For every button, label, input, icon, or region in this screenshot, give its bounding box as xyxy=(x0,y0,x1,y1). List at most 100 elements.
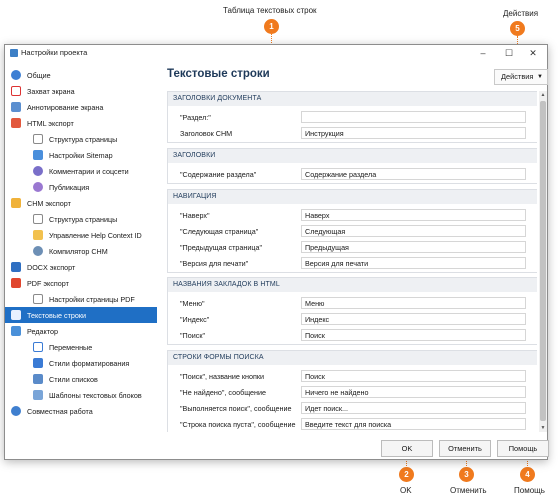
sidebar-item-label: HTML экспорт xyxy=(27,119,74,128)
text-input[interactable]: Идет поиск... xyxy=(301,402,526,414)
sidebar-item-label: Настройки страницы PDF xyxy=(49,295,135,304)
sitemap-icon xyxy=(33,150,43,160)
section-document-headers: ЗАГОЛОВКИ ДОКУМЕНТА "Раздел:" Заголовок … xyxy=(167,91,537,143)
sidebar-item-label: Стили форматирования xyxy=(49,359,130,368)
list-style-icon xyxy=(33,374,43,384)
callout-badge-4: 4 xyxy=(520,467,535,482)
actions-button[interactable]: Действия ▼ xyxy=(494,69,548,85)
section-headings: ЗАГОЛОВКИ "Содержание раздела" Содержани… xyxy=(167,148,537,184)
sidebar-item-docx-export[interactable]: DOCX экспорт xyxy=(5,259,157,275)
callout-actions-label: Действия xyxy=(503,9,539,18)
text-input[interactable]: Ничего не найдено xyxy=(301,386,526,398)
text-input[interactable]: Предыдущая xyxy=(301,241,526,253)
sidebar-item-collaboration[interactable]: Совместная работа xyxy=(5,403,157,419)
sidebar-item-html-page-structure[interactable]: Структура страницы xyxy=(5,131,157,147)
text-input[interactable]: Индекс xyxy=(301,313,526,325)
section-header: НАВИГАЦИЯ xyxy=(168,190,537,204)
sidebar-item-editor[interactable]: Редактор xyxy=(5,323,157,339)
text-input[interactable]: Инструкция xyxy=(301,127,526,139)
sidebar-item-publishing[interactable]: Публикация xyxy=(5,179,157,195)
context-id-icon xyxy=(33,230,43,240)
sidebar-item-text-styles[interactable]: Стили форматирования xyxy=(5,355,157,371)
text-input[interactable] xyxy=(301,111,526,123)
gear-icon xyxy=(11,70,21,80)
sidebar-item-pdf-page-settings[interactable]: Настройки страницы PDF xyxy=(5,291,157,307)
sidebar-item-sitemap[interactable]: Настройки Sitemap xyxy=(5,147,157,163)
pdf-icon xyxy=(11,278,21,288)
sidebar-item-chm-page-structure[interactable]: Структура страницы xyxy=(5,211,157,227)
maximize-icon[interactable]: ☐ xyxy=(497,46,521,60)
sidebar-item-help-context-id[interactable]: Управление Help Context ID xyxy=(5,227,157,243)
sidebar-item-label: Общие xyxy=(27,71,51,80)
text-input[interactable]: Содержание раздела xyxy=(301,168,526,180)
sidebar-item-pdf-export[interactable]: PDF экспорт xyxy=(5,275,157,291)
docx-icon xyxy=(11,262,21,272)
callout-badge-3: 3 xyxy=(459,467,474,482)
row-label: "Предыдущая страница" xyxy=(180,243,263,252)
text-input[interactable]: Версия для печати xyxy=(301,257,526,269)
row-label: "Следующая страница" xyxy=(180,227,259,236)
close-icon[interactable]: ✕ xyxy=(521,46,545,60)
vertical-scrollbar[interactable]: ▲ ▼ xyxy=(539,91,547,432)
actions-button-label: Действия xyxy=(501,72,534,81)
row-label: "Содержание раздела" xyxy=(180,170,257,179)
project-settings-window: Настройки проекта – ☐ ✕ Общие Захват экр… xyxy=(4,44,549,460)
row-label: "Строка поиска пуста", сообщение xyxy=(180,420,296,429)
settings-sidebar: Общие Захват экрана Аннотирование экрана… xyxy=(5,63,157,420)
callout-badge-1: 1 xyxy=(264,19,279,34)
text-block-icon xyxy=(33,390,43,400)
row-label: "Версия для печати" xyxy=(180,259,249,268)
row-label: "Меню" xyxy=(180,299,205,308)
sidebar-item-screen-capture[interactable]: Захват экрана xyxy=(5,83,157,99)
sidebar-item-text-strings[interactable]: Текстовые строки xyxy=(5,307,157,323)
text-input[interactable]: Введите текст для поиска xyxy=(301,418,526,430)
sidebar-item-label: DOCX экспорт xyxy=(27,263,76,272)
row-label: "Раздел:" xyxy=(180,113,211,122)
sidebar-item-label: Переменные xyxy=(49,343,93,352)
row-label: "Поиск" xyxy=(180,331,206,340)
chm-icon xyxy=(11,198,21,208)
text-input[interactable]: Наверх xyxy=(301,209,526,221)
sidebar-item-label: Шаблоны текстовых блоков xyxy=(49,391,142,400)
sidebar-item-text-block-templates[interactable]: Шаблоны текстовых блоков xyxy=(5,387,157,403)
sidebar-item-label: Публикация xyxy=(49,183,90,192)
help-button[interactable]: Помощь xyxy=(497,440,549,457)
callout-ok-label: OK xyxy=(400,486,412,495)
scroll-thumb[interactable] xyxy=(540,101,546,421)
text-input[interactable]: Поиск xyxy=(301,370,526,382)
text-input[interactable]: Поиск xyxy=(301,329,526,341)
sidebar-item-label: Комментарии и соцсети xyxy=(49,167,129,176)
callout-badge-5: 5 xyxy=(510,21,525,36)
cancel-button[interactable]: Отменить xyxy=(439,440,491,457)
text-strings-table: ЗАГОЛОВКИ ДОКУМЕНТА "Раздел:" Заголовок … xyxy=(167,91,537,432)
sidebar-item-list-styles[interactable]: Стили списков xyxy=(5,371,157,387)
text-input[interactable]: Следующая xyxy=(301,225,526,237)
scroll-down-icon[interactable]: ▼ xyxy=(539,424,547,432)
sidebar-item-label: Текстовые строки xyxy=(27,311,87,320)
sidebar-item-variables[interactable]: Переменные xyxy=(5,339,157,355)
sidebar-item-label: CHM экспорт xyxy=(27,199,71,208)
section-header: ЗАГОЛОВКИ xyxy=(168,149,537,163)
app-icon xyxy=(10,49,18,57)
row-label: "Выполняется поиск", сообщение xyxy=(180,404,292,413)
ok-button[interactable]: OK xyxy=(381,440,433,457)
page-structure-icon xyxy=(33,134,43,144)
callout-table-label: Таблица текстовых строк xyxy=(223,6,317,15)
sidebar-item-screen-annotation[interactable]: Аннотирование экрана xyxy=(5,99,157,115)
scroll-up-icon[interactable]: ▲ xyxy=(539,91,547,99)
callout-badge-2: 2 xyxy=(399,467,414,482)
row-label: "Наверх" xyxy=(180,211,210,220)
text-input[interactable]: Меню xyxy=(301,297,526,309)
sidebar-item-general[interactable]: Общие xyxy=(5,67,157,83)
screen-capture-icon xyxy=(11,86,21,96)
title-bar[interactable]: Настройки проекта – ☐ ✕ xyxy=(5,45,547,61)
sidebar-item-chm-compiler[interactable]: Компилятор CHM xyxy=(5,243,157,259)
sidebar-item-comments[interactable]: Комментарии и соцсети xyxy=(5,163,157,179)
sidebar-item-label: Редактор xyxy=(27,327,58,336)
window-title: Настройки проекта xyxy=(21,48,88,57)
minimize-icon[interactable]: – xyxy=(471,46,495,60)
sidebar-item-chm-export[interactable]: CHM экспорт xyxy=(5,195,157,211)
row-label: "Индекс" xyxy=(180,315,210,324)
section-html-tab-names: НАЗВАНИЯ ЗАКЛАДОК В HTML "Меню" Меню "Ин… xyxy=(167,277,537,345)
sidebar-item-html-export[interactable]: HTML экспорт xyxy=(5,115,157,131)
